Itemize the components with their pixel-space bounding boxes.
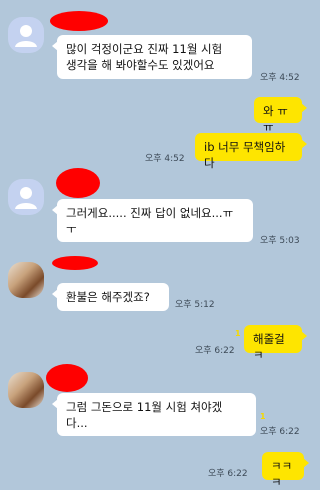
my-message-bubble[interactable]: ib 너무 무책임하다 bbox=[195, 133, 307, 170]
redacted-sender-name bbox=[56, 168, 100, 198]
message-bubble[interactable]: 많이 걱정이군요 진짜 11월 시험 생각을 해 봐야할수도 있겠어요 bbox=[52, 35, 252, 79]
message-time: 오후 6:22 bbox=[260, 427, 300, 437]
message-time: 오후 5:12 bbox=[175, 300, 215, 310]
default-profile-icon bbox=[15, 187, 37, 209]
profile-avatar-photo[interactable] bbox=[8, 372, 44, 408]
message-bubble[interactable]: 그러게요..... 진짜 답이 없네요...ㅠ ㅜ bbox=[52, 199, 253, 242]
redacted-sender-name bbox=[52, 256, 98, 270]
message-time: 오후 6:22 bbox=[195, 346, 235, 356]
redacted-sender-name bbox=[50, 11, 108, 31]
my-message-bubble[interactable]: 와 ㅠㅠ bbox=[254, 97, 307, 134]
message-bubble[interactable]: 환불은 해주겠죠? bbox=[52, 283, 169, 311]
message-time: 오후 4:52 bbox=[260, 73, 300, 83]
message-time: 오후 5:03 bbox=[260, 236, 300, 246]
unread-count: 1 bbox=[260, 412, 266, 421]
redacted-sender-name bbox=[46, 364, 88, 392]
message-time: 오후 6:22 bbox=[208, 469, 248, 479]
unread-count: 1 bbox=[235, 329, 241, 338]
profile-avatar-photo[interactable] bbox=[8, 262, 44, 298]
my-message-bubble[interactable]: 해줄걸 ㅋ bbox=[244, 325, 307, 362]
message-bubble[interactable]: 그럼 그돈으로 11월 시험 쳐야겠 다... bbox=[52, 393, 256, 436]
default-profile-icon bbox=[15, 25, 37, 47]
profile-avatar[interactable] bbox=[8, 179, 44, 215]
message-time: 오후 4:52 bbox=[145, 154, 185, 164]
profile-avatar[interactable] bbox=[8, 17, 44, 53]
my-message-bubble[interactable]: ㅋㅋㅋ bbox=[262, 452, 309, 489]
